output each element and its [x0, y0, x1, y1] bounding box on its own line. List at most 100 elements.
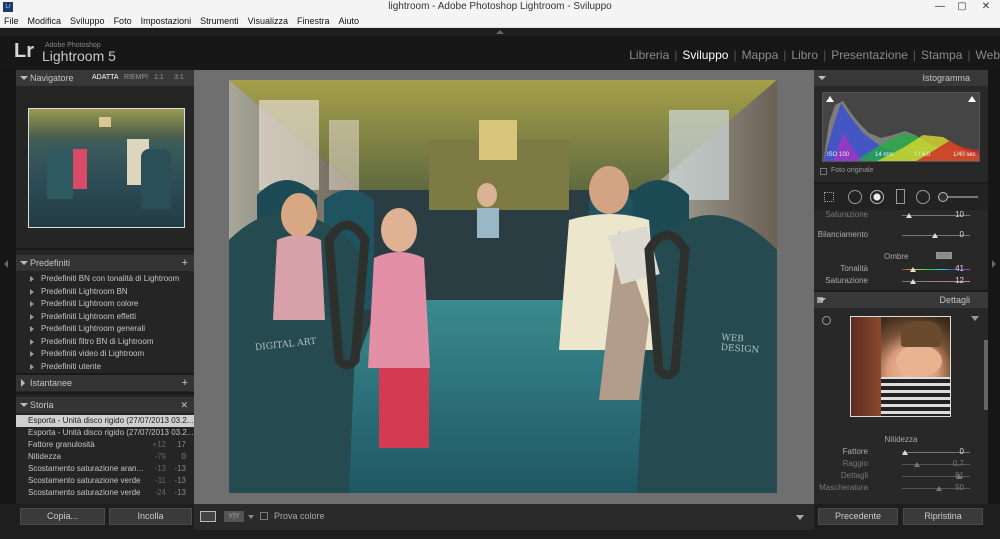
triangle-right-icon [21, 379, 25, 387]
preset-folder[interactable]: Predefiniti Lightroom effetti [16, 311, 194, 324]
menu-aiuto[interactable]: Aiuto [335, 14, 365, 28]
history-step[interactable]: Esporta - Unità disco rigido (27/07/2013… [16, 415, 194, 427]
menu-modifica[interactable]: Modifica [24, 14, 67, 28]
module-libreria[interactable]: Libreria [629, 48, 669, 62]
graduated-filter-icon[interactable] [896, 189, 905, 204]
window-title: lightroom - Adobe Photoshop Lightroom - … [388, 1, 612, 12]
top-panel-toggle[interactable] [0, 28, 1000, 36]
title-bar: Lr lightroom - Adobe Photoshop Lightroom… [0, 0, 1000, 14]
maximize-button[interactable]: ▢ [952, 0, 972, 14]
preset-folder[interactable]: Predefiniti BN con tonalità di Lightroom [16, 273, 194, 286]
split-sat-row[interactable]: Saturazione 12 [814, 276, 988, 288]
exif-focal: 14 mm [875, 152, 894, 158]
module-mappa[interactable]: Mappa [742, 48, 779, 62]
previous-button[interactable]: Precedente [818, 508, 898, 525]
preset-folder[interactable]: Predefiniti filtro BN di Lightroom [16, 336, 194, 349]
snapshots-title: Istantanee [30, 378, 73, 388]
history-step[interactable]: Fattore granulosità +12 17 [16, 439, 194, 451]
toolbar-menu-icon[interactable] [796, 515, 804, 520]
history-step[interactable]: Nitidezza -79 0 [16, 451, 194, 463]
loupe-view-icon[interactable] [200, 511, 216, 522]
module-web[interactable]: Web [976, 48, 1000, 62]
zoom-riempi[interactable]: RIEMPI [124, 70, 148, 86]
history-step[interactable]: Esporta - Unità disco rigido (27/07/2013… [16, 427, 194, 439]
presets-header[interactable]: Predefiniti + [16, 255, 194, 271]
navigator-preview[interactable] [28, 108, 185, 228]
split-balance-row[interactable]: Bilanciamento 0 [814, 230, 988, 242]
menu-impostazioni[interactable]: Impostazioni [137, 14, 197, 28]
add-snapshot-icon[interactable]: + [182, 375, 188, 391]
right-panel: Istogramma ISO 100 14 mm f / 4,0 1/40 se… [814, 70, 988, 504]
history-step[interactable]: Scostamento saturazione aran... -13 -13 [16, 463, 194, 475]
spot-removal-icon[interactable] [848, 190, 862, 204]
detail-mask-row[interactable]: Mascheratura 50 [814, 483, 988, 495]
detail-zoom-triangle-icon[interactable] [971, 316, 979, 321]
module-sviluppo[interactable]: Sviluppo [682, 48, 728, 62]
preset-folder[interactable]: Predefiniti Lightroom generali [16, 323, 194, 336]
target-adjust-icon[interactable] [822, 316, 831, 325]
red-eye-icon[interactable] [870, 190, 884, 204]
detail-detail-row[interactable]: Dettagli 81 [814, 471, 988, 483]
sharpening-label: Nitidezza [884, 435, 918, 444]
navigator-header[interactable]: Navigatore ADATTA RIEMPI 1:1 3:1 [16, 70, 194, 86]
reset-button[interactable]: Ripristina [903, 508, 983, 525]
shadow-clip-icon[interactable] [826, 96, 834, 102]
menu-sviluppo[interactable]: Sviluppo [66, 14, 110, 28]
preset-folder[interactable]: Predefiniti Lightroom colore [16, 298, 194, 311]
zoom-1-1[interactable]: 1:1 [154, 70, 164, 86]
detail-amount-row[interactable]: Fattore 0 [814, 447, 988, 459]
main-photo: DIGITAL ART WEB DESIGN [229, 80, 777, 493]
preset-folder[interactable]: Predefiniti video di Lightroom [16, 348, 194, 361]
minimize-button[interactable]: — [930, 0, 950, 14]
module-libro[interactable]: Libro [791, 48, 818, 62]
copy-settings-button[interactable]: Copia... [20, 508, 105, 525]
menu-foto[interactable]: Foto [110, 14, 137, 28]
histogram-header[interactable]: Istogramma [814, 70, 988, 86]
snapshots-header[interactable]: Istantanee + [16, 375, 194, 391]
split-hue-row[interactable]: Tonalità 41 [814, 264, 988, 276]
menu-strumenti[interactable]: Strumenti [196, 14, 244, 28]
menu-visualizza[interactable]: Visualizza [244, 14, 293, 28]
history-step[interactable]: Scostamento saturazione verde -24 -13 [16, 487, 194, 499]
triangle-down-icon [20, 403, 28, 407]
menu-finestra[interactable]: Finestra [293, 14, 335, 28]
detail-radius-row[interactable]: Raggio 0,7 [814, 459, 988, 471]
history-header[interactable]: Storia ✕ [16, 397, 194, 413]
left-panel-toggle[interactable] [0, 70, 16, 504]
histogram-graph[interactable]: ISO 100 14 mm f / 4,0 1/40 sec [822, 92, 980, 162]
original-photo-checkbox[interactable] [820, 168, 827, 175]
radial-filter-icon[interactable] [916, 190, 930, 204]
triangle-up-icon [496, 30, 504, 34]
lightroom-logo: Lr [14, 40, 34, 62]
menu-file[interactable]: File [0, 14, 24, 28]
triangle-down-icon [818, 76, 826, 80]
detail-preview[interactable] [850, 316, 951, 417]
before-after-menu-icon[interactable] [248, 515, 254, 519]
close-button[interactable]: ✕ [976, 0, 996, 14]
clear-history-icon[interactable]: ✕ [180, 397, 188, 413]
crop-tool-icon[interactable] [824, 192, 834, 202]
zoom-3-1[interactable]: 3:1 [174, 70, 184, 86]
tool-strip [814, 184, 988, 210]
module-stampa[interactable]: Stampa [921, 48, 962, 62]
preset-folder[interactable]: Predefiniti Lightroom BN [16, 286, 194, 299]
shadows-swatch[interactable] [936, 252, 952, 259]
module-picker: Libreria | Sviluppo | Mappa | Libro | Presentazi… [629, 48, 1000, 62]
zoom-adatta[interactable]: ADATTA [92, 70, 119, 86]
highlight-clip-icon[interactable] [968, 96, 976, 102]
detail-header[interactable]: Dettagli [814, 292, 988, 308]
split-sat-top-row[interactable]: Saturazione 10 [814, 210, 988, 222]
right-scrollbar[interactable] [984, 340, 988, 410]
history-step[interactable]: Scostamento saturazione verde -11 -13 [16, 475, 194, 487]
soft-proof-checkbox[interactable] [260, 512, 268, 520]
brush-knob-icon [938, 192, 948, 202]
preset-folder[interactable]: Predefiniti utente [16, 361, 194, 374]
add-preset-icon[interactable]: + [182, 255, 188, 271]
history-title: Storia [30, 400, 54, 410]
shadows-label: Ombre [884, 252, 909, 261]
paste-settings-button[interactable]: Incolla [109, 508, 192, 525]
module-presentazione[interactable]: Presentazione [831, 48, 908, 62]
image-canvas[interactable]: DIGITAL ART WEB DESIGN [194, 70, 814, 504]
before-after-icon[interactable]: Y|Y [224, 511, 244, 522]
right-panel-toggle[interactable] [988, 70, 1000, 504]
